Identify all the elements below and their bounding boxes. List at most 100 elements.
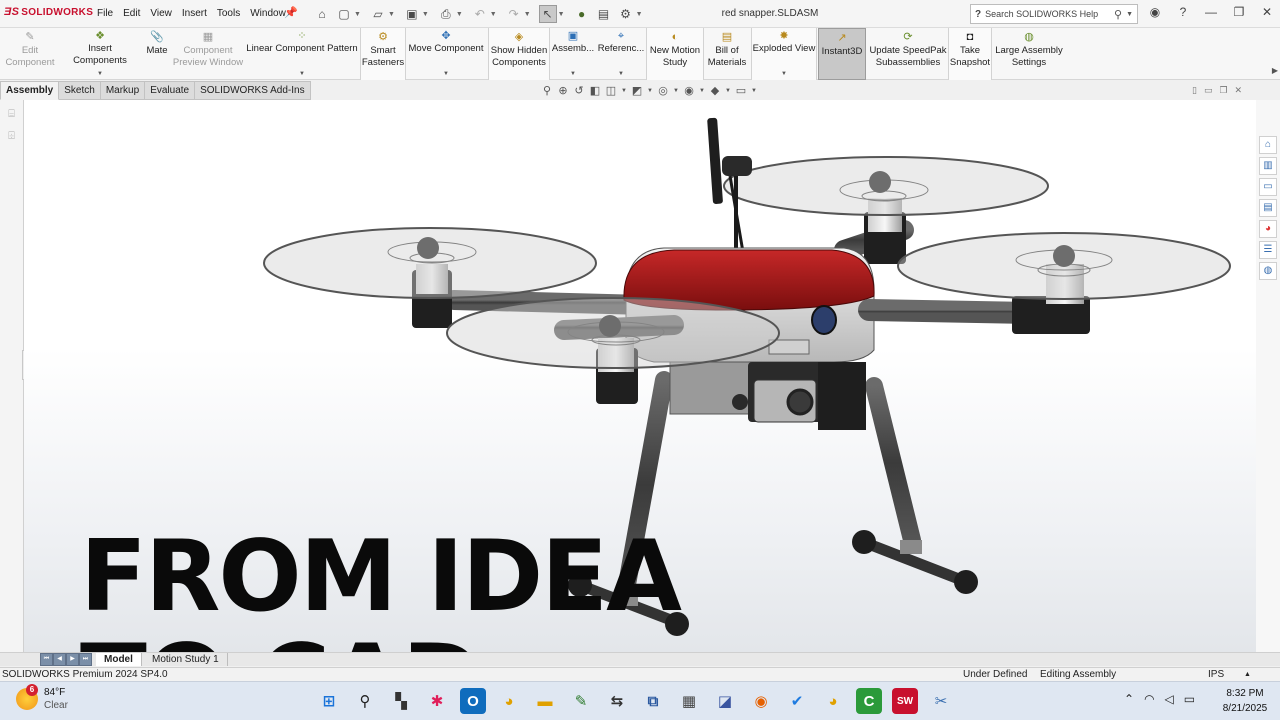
- battery-icon[interactable]: ▭: [1184, 692, 1195, 706]
- open-folder-icon[interactable]: ▱: [369, 5, 387, 23]
- volume-icon[interactable]: ◁: [1165, 692, 1174, 706]
- appearances-scenes-icon[interactable]: ◕: [1259, 220, 1277, 238]
- move-component-button[interactable]: ✥ Move Component ▼: [406, 28, 486, 80]
- design-app-icon[interactable]: ◪: [712, 688, 738, 714]
- exploded-view-button[interactable]: ✸ Exploded View ▼: [751, 28, 817, 80]
- close-icon[interactable]: ✕: [1235, 85, 1243, 96]
- view-palette-icon[interactable]: ▤: [1259, 199, 1277, 217]
- chevron-down-icon[interactable]: ▼: [724, 88, 732, 94]
- undo-icon[interactable]: ↶: [471, 5, 489, 23]
- zoom-to-fit-icon[interactable]: ⚲: [540, 84, 554, 97]
- windows-start-icon[interactable]: ⊞: [316, 688, 342, 714]
- property-manager-icon[interactable]: ⌹: [5, 130, 19, 144]
- menu-file[interactable]: File: [92, 8, 118, 19]
- chevron-down-icon[interactable]: ▼: [456, 11, 463, 18]
- menu-insert[interactable]: Insert: [177, 8, 212, 19]
- new-motion-study-button[interactable]: ◐ New Motion Study: [646, 28, 704, 80]
- help-search-input[interactable]: ? Search SOLIDWORKS Help ⚲ ▼: [970, 4, 1138, 24]
- design-library-icon[interactable]: ▥: [1259, 157, 1277, 175]
- calculator-icon[interactable]: ▦: [676, 688, 702, 714]
- chevron-down-icon[interactable]: ▼: [570, 68, 576, 80]
- select-pointer-icon[interactable]: ↖: [538, 5, 557, 23]
- system-clock[interactable]: 8:32 PM 8/21/2025: [1216, 686, 1274, 716]
- chevron-down-icon[interactable]: ▼: [558, 11, 565, 18]
- previous-tab-icon[interactable]: ◀: [53, 653, 66, 666]
- chevron-down-icon[interactable]: ▼: [636, 11, 643, 18]
- snipping-tool-icon[interactable]: ✂: [928, 688, 954, 714]
- search-icon[interactable]: ⚲: [1114, 8, 1122, 21]
- solidworks-forum-icon[interactable]: ◍: [1259, 262, 1277, 280]
- tab-motion-study-1[interactable]: Motion Study 1: [144, 653, 228, 666]
- chevron-down-icon[interactable]: ▼: [490, 11, 497, 18]
- chevron-up-icon[interactable]: ▲: [1244, 668, 1251, 681]
- graphics-area[interactable]: FROM IDEA TO CAD: [24, 100, 1256, 652]
- tile-icon[interactable]: ▯: [1192, 85, 1197, 96]
- feature-tree-icon[interactable]: ⌸: [5, 108, 19, 122]
- dynamic-annotation-icon[interactable]: ◫: [604, 84, 618, 97]
- menu-edit[interactable]: Edit: [118, 8, 145, 19]
- chevron-down-icon[interactable]: ▼: [443, 68, 449, 80]
- menu-tools[interactable]: Tools: [212, 8, 245, 19]
- solidworks-logo[interactable]: ƎS SOLIDWORKS: [4, 6, 93, 18]
- tab-model[interactable]: Model: [96, 653, 142, 666]
- view-orientation-icon[interactable]: ◩: [630, 84, 644, 97]
- tab-solidworks-add-ins[interactable]: SOLIDWORKS Add-Ins: [195, 81, 311, 100]
- chevron-down-icon[interactable]: ▼: [1126, 11, 1133, 18]
- previous-view-icon[interactable]: ↺: [572, 84, 586, 97]
- hide-show-items-icon[interactable]: ◉: [682, 84, 696, 97]
- user-account-icon[interactable]: ◉: [1146, 5, 1164, 19]
- task-view-icon[interactable]: ▚: [388, 688, 414, 714]
- chevron-down-icon[interactable]: ▼: [299, 68, 305, 80]
- display-style-icon[interactable]: ◎: [656, 84, 670, 97]
- file-explorer-icon[interactable]: ▭: [1259, 178, 1277, 196]
- large-assembly-settings-button[interactable]: ◍ Large Assembly Settings: [994, 28, 1064, 80]
- mate-button[interactable]: 📎 Mate: [142, 28, 172, 80]
- units-selector[interactable]: IPS: [1208, 668, 1224, 681]
- chrome-icon[interactable]: ◕: [496, 688, 522, 714]
- file-properties-icon[interactable]: ▤: [595, 5, 613, 23]
- bill-of-materials-button[interactable]: ▤ Bill of Materials: [704, 28, 750, 80]
- minimize-icon[interactable]: ▭: [1204, 85, 1213, 96]
- display-settings-icon[interactable]: ▭: [734, 84, 748, 97]
- chevron-down-icon[interactable]: ▼: [354, 11, 361, 18]
- tab-markup[interactable]: Markup: [100, 81, 146, 100]
- chevron-down-icon[interactable]: ▼: [781, 68, 787, 80]
- new-document-icon[interactable]: ▢: [335, 5, 353, 23]
- chevron-down-icon[interactable]: ▼: [672, 88, 680, 94]
- show-hidden-components-button[interactable]: ◈ Show Hidden Components: [488, 28, 550, 80]
- next-tab-icon[interactable]: ▶: [66, 653, 79, 666]
- home-icon[interactable]: ⌂: [313, 5, 331, 23]
- firefox-icon[interactable]: ◉: [748, 688, 774, 714]
- tab-assembly[interactable]: Assembly: [0, 81, 60, 100]
- print-icon[interactable]: ⎙: [437, 5, 455, 23]
- pin-icon[interactable]: 📌: [284, 6, 298, 19]
- search-icon[interactable]: ⚲: [352, 688, 378, 714]
- edit-component-button[interactable]: ✎ Edit Component: [0, 28, 60, 80]
- edit-appearance-icon[interactable]: ◆: [708, 84, 722, 97]
- chevron-down-icon[interactable]: ▼: [524, 11, 531, 18]
- linear-component-pattern-button[interactable]: ⁘ Linear Component Pattern ▼: [246, 28, 358, 80]
- update-speedpak-button[interactable]: ⟳ Update SpeedPak Subassemblies: [868, 28, 948, 80]
- section-view-icon[interactable]: ◧: [588, 84, 602, 97]
- chevron-down-icon[interactable]: ▼: [97, 68, 103, 80]
- restore-icon[interactable]: ❐: [1230, 5, 1248, 19]
- todo-check-icon[interactable]: ✔: [784, 688, 810, 714]
- minimize-icon[interactable]: —: [1202, 5, 1220, 19]
- restore-icon[interactable]: ❐: [1219, 85, 1227, 96]
- mixer-icon[interactable]: ⇆: [604, 688, 630, 714]
- tab-sketch[interactable]: Sketch: [59, 81, 101, 100]
- menu-view[interactable]: View: [145, 8, 177, 19]
- insert-components-button[interactable]: ❖ Insert Components ▼: [60, 28, 140, 80]
- assembly-features-button[interactable]: ▣ Assemb... ▼: [551, 28, 595, 80]
- take-snapshot-button[interactable]: ◘ Take Snapshot: [948, 28, 992, 80]
- tab-evaluate[interactable]: Evaluate: [145, 81, 196, 100]
- green-box-app-icon[interactable]: C: [856, 688, 882, 714]
- network-app-icon[interactable]: ⧉: [640, 688, 666, 714]
- last-tab-icon[interactable]: ⏭: [79, 653, 92, 666]
- chevron-down-icon[interactable]: ▼: [698, 88, 706, 94]
- first-tab-icon[interactable]: ⏮: [40, 653, 53, 666]
- chevron-down-icon[interactable]: ▼: [646, 88, 654, 94]
- component-preview-window-button[interactable]: ▦ Component Preview Window: [172, 28, 244, 80]
- green-app-icon[interactable]: ✎: [568, 688, 594, 714]
- weather-widget[interactable]: 6 84°F Clear: [16, 684, 68, 712]
